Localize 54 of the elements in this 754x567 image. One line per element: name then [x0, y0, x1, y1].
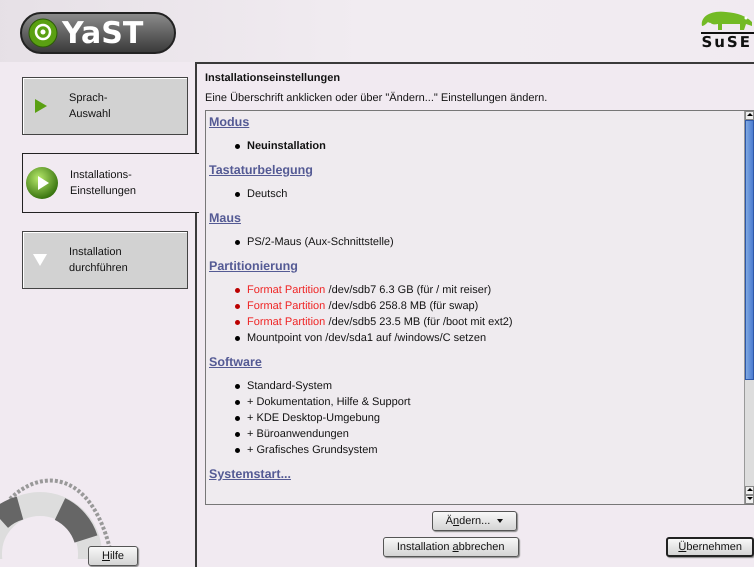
bullet-icon — [235, 288, 240, 292]
summary-item: Mountpoint von /dev/sda1 auf /windows/C setzen — [247, 332, 486, 344]
brand-text: SuSE — [701, 32, 754, 51]
bullet-icon — [235, 240, 240, 244]
scroll-up-icon[interactable] — [745, 486, 754, 495]
help-button[interactable]: Hilfe — [88, 546, 138, 566]
summary-item: Neuinstallation — [247, 140, 326, 152]
summary-item: + Grafisches Grundsystem — [247, 444, 378, 456]
bullet-icon — [235, 320, 240, 324]
bullet-icon — [235, 144, 240, 148]
panel-title: Installationseinstellungen — [205, 72, 342, 84]
step-item[interactable]: Installation durchführen — [22, 231, 188, 289]
section-link[interactable]: Tastaturbelegung — [209, 163, 744, 177]
scrollbar-thumb[interactable] — [745, 120, 754, 380]
panel-description: Eine Überschrift anklicken oder über "Ändern..." Einstellungen ändern. — [205, 92, 548, 104]
bullet-icon — [235, 384, 240, 388]
summary-item: Standard-System — [247, 380, 332, 392]
section-link[interactable]: Software — [209, 355, 744, 369]
bullet-icon — [235, 400, 240, 404]
cancel-button[interactable]: Installation abbrechen — [382, 537, 519, 557]
summary-item: Format Partition /dev/sdb5 23.5 MB (für /boot mit ext2) — [247, 316, 513, 328]
accept-button[interactable]: Übernehmen — [666, 537, 754, 557]
section-link[interactable]: Partitionierung — [209, 259, 744, 273]
change-button[interactable]: Ändern... — [432, 511, 518, 531]
scroll-up-icon[interactable] — [745, 111, 754, 120]
scrollbar[interactable] — [744, 111, 754, 504]
summary-item: + Büroanwendungen — [247, 428, 349, 440]
play-circle-icon — [25, 166, 59, 200]
summary-item: Format Partition /dev/sdb6 258.8 MB (für swap) — [247, 300, 478, 312]
summary-item: PS/2-Maus (Aux-Schnittstelle) — [247, 236, 394, 248]
bullet-icon — [235, 448, 240, 452]
step-label: Sprach- Auswahl — [69, 91, 111, 122]
target-icon — [28, 18, 58, 48]
section-link[interactable]: Systemstart... — [209, 467, 744, 481]
bullet-icon — [235, 416, 240, 420]
step-label: Installations- Einstellungen — [70, 168, 136, 199]
caret-icon — [497, 519, 504, 523]
bullet-icon — [235, 432, 240, 436]
section-link[interactable]: Maus — [209, 211, 744, 225]
step-item[interactable]: Installations- Einstellungen — [22, 153, 199, 213]
scroll-down-icon[interactable] — [745, 495, 754, 504]
logo-text: YaST — [62, 16, 144, 50]
bullet-icon — [235, 192, 240, 196]
bullet-icon — [235, 304, 240, 308]
bullet-icon — [235, 336, 240, 340]
summary-item: + Dokumentation, Hilfe & Support — [247, 396, 411, 408]
down-triangle-icon — [33, 254, 47, 266]
step-label: Installation durchführen — [69, 245, 128, 276]
step-item[interactable]: Sprach- Auswahl — [22, 77, 188, 135]
section-link[interactable]: Modus — [209, 115, 744, 129]
play-icon — [35, 99, 47, 113]
summary-item: Deutsch — [247, 188, 288, 200]
summary-item: + KDE Desktop-Umgebung — [247, 412, 380, 424]
summary-item: Format Partition /dev/sdb7 6.3 GB (für / mit reiser) — [247, 284, 492, 296]
